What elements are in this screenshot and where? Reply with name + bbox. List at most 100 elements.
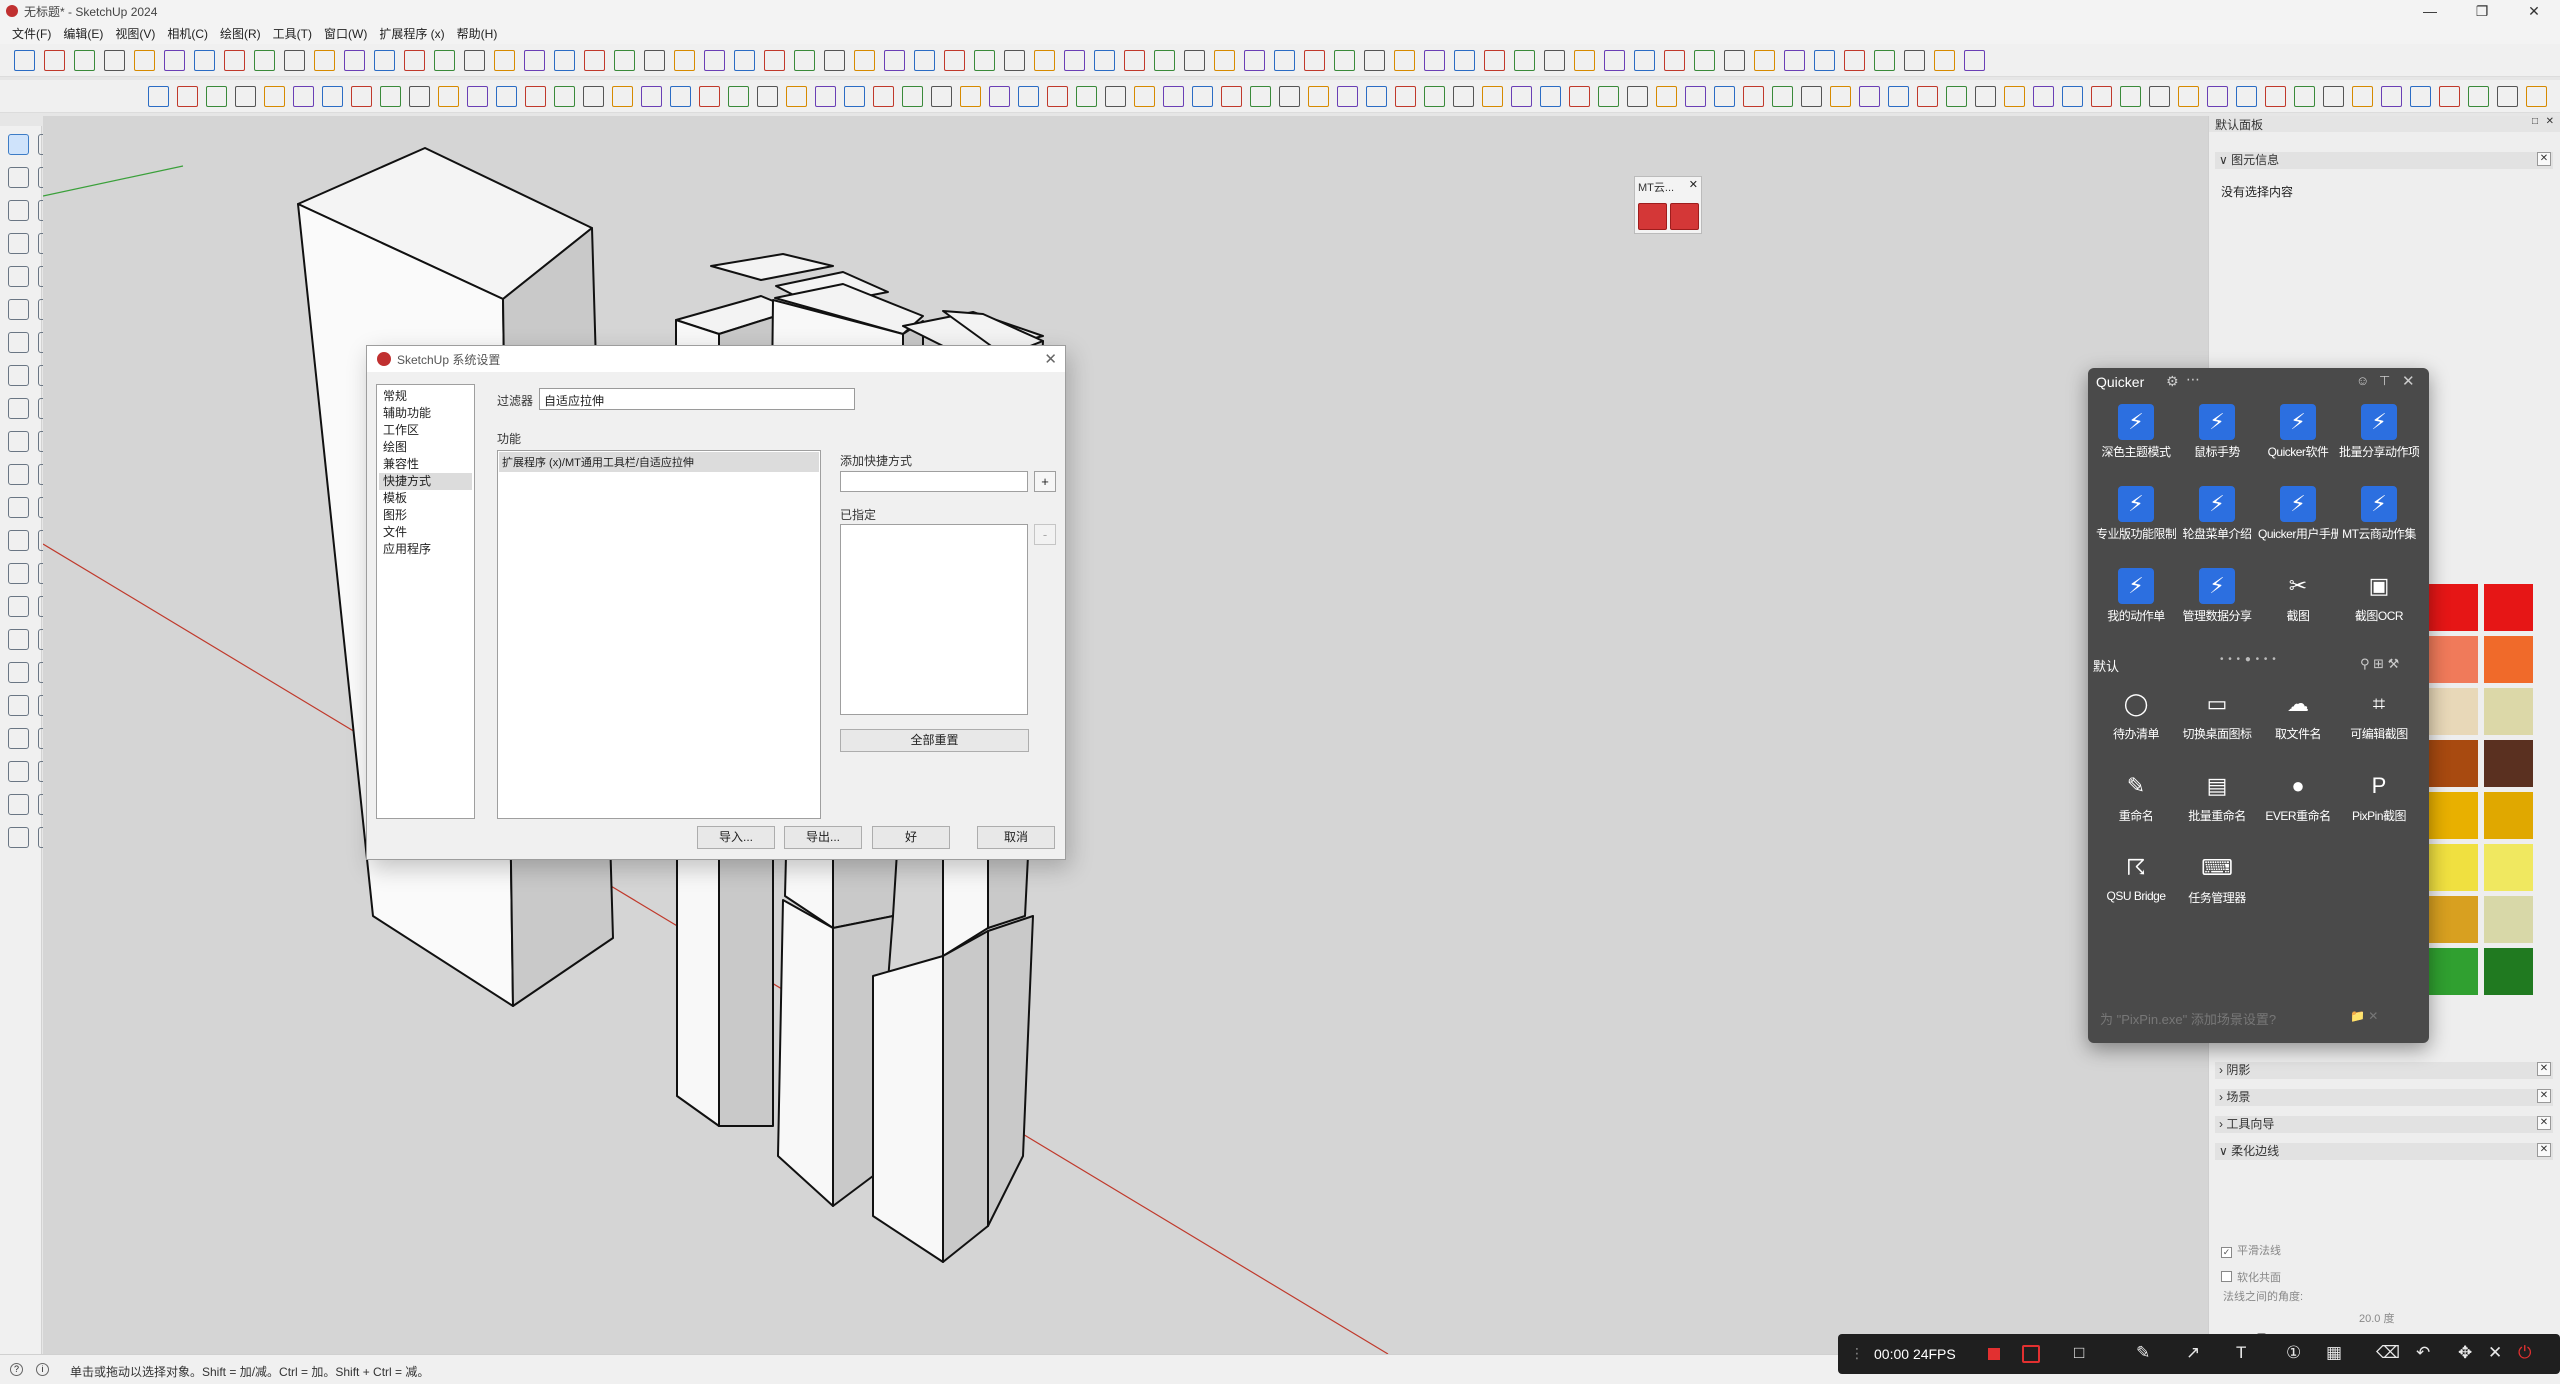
menu-help[interactable]: 帮助(H): [451, 25, 504, 42]
toolbar1-tool-icon-47[interactable]: [1394, 50, 1415, 71]
soften-edges-close-icon[interactable]: ✕: [2537, 1143, 2551, 1157]
toolbar2-tool-icon-31[interactable]: [1018, 86, 1039, 107]
toolbar2-tool-icon-37[interactable]: [1192, 86, 1213, 107]
number-icon[interactable]: ①: [2286, 1343, 2301, 1363]
mt-library-icon[interactable]: [1638, 203, 1667, 230]
entity-info-section[interactable]: ∨ 图元信息 ✕: [2215, 152, 2553, 169]
material-swatch[interactable]: [2429, 844, 2478, 891]
soften-coplanar-box[interactable]: [2221, 1271, 2232, 1282]
toolbar2-tool-icon-2[interactable]: [177, 86, 198, 107]
toolbar1-tool-icon-48[interactable]: [1424, 50, 1445, 71]
toolbar2-tool-icon-50[interactable]: [1569, 86, 1590, 107]
maximize-icon[interactable]: ❐: [2456, 0, 2508, 22]
toolbar1-tool-icon-59[interactable]: [1754, 50, 1775, 71]
quicker-top-action-tile[interactable]: ✂ 截图: [2258, 560, 2338, 630]
material-swatch[interactable]: [2484, 792, 2533, 839]
toolbar2-tool-icon-64[interactable]: [1975, 86, 1996, 107]
toolbar2-tool-icon-10[interactable]: [409, 86, 430, 107]
tool-icon-1[interactable]: [8, 134, 29, 155]
toolbar2-tool-icon-5[interactable]: [264, 86, 285, 107]
menu-camera[interactable]: 相机(C): [161, 25, 214, 42]
tool-icon-27[interactable]: [8, 563, 29, 584]
quicker-bottom-action-tile[interactable]: ⌨ 任务管理器: [2177, 842, 2257, 912]
toolbar1-tool-icon-64[interactable]: [1904, 50, 1925, 71]
toolbar2-tool-icon-67[interactable]: [2062, 86, 2083, 107]
tool-icon-31[interactable]: [8, 629, 29, 650]
toolbar2-tool-icon-78[interactable]: [2381, 86, 2402, 107]
toolbar2-tool-icon-4[interactable]: [235, 86, 256, 107]
toolbar2-tool-icon-80[interactable]: [2439, 86, 2460, 107]
toolbar1-tool-icon-44[interactable]: [1304, 50, 1325, 71]
toolbar2-tool-icon-17[interactable]: [612, 86, 633, 107]
mt-panel-close-icon[interactable]: ✕: [1689, 178, 1698, 191]
category-template[interactable]: 模板: [379, 490, 472, 507]
tool-icon-9[interactable]: [8, 266, 29, 287]
toolbar1-tool-icon-14[interactable]: [404, 50, 425, 71]
toolbar1-tool-icon-21[interactable]: [614, 50, 635, 71]
toolbar2-tool-icon-36[interactable]: [1163, 86, 1184, 107]
toolbar2-tool-icon-73[interactable]: [2236, 86, 2257, 107]
toolbar2-tool-icon-42[interactable]: [1337, 86, 1358, 107]
smooth-normals-checkbox[interactable]: ✓ 平滑法线: [2221, 1242, 2281, 1258]
toolbar1-tool-icon-28[interactable]: [824, 50, 845, 71]
toolbar2-tool-icon-75[interactable]: [2294, 86, 2315, 107]
quicker-bottom-action-tile[interactable]: ▤ 批量重命名: [2177, 760, 2257, 830]
quicker-top-action-tile[interactable]: ⚡ 轮盘菜单介绍: [2177, 478, 2257, 548]
toolbar1-tool-icon-55[interactable]: [1634, 50, 1655, 71]
toolbar2-tool-icon-79[interactable]: [2410, 86, 2431, 107]
quicker-top-action-tile[interactable]: ⚡ MT云商动作集: [2339, 478, 2419, 548]
stop-record-icon[interactable]: [1988, 1348, 2000, 1360]
tool-icon-11[interactable]: [8, 299, 29, 320]
toolbar2-tool-icon-30[interactable]: [989, 86, 1010, 107]
toolbar1-tool-icon-18[interactable]: [524, 50, 545, 71]
toolbar1-tool-icon-39[interactable]: [1154, 50, 1175, 71]
close-icon[interactable]: ✕: [2488, 1343, 2502, 1363]
toolbar2-tool-icon-25[interactable]: [844, 86, 865, 107]
category-general[interactable]: 常规: [379, 388, 472, 405]
toolbar2-tool-icon-55[interactable]: [1714, 86, 1735, 107]
toolbar2-tool-icon-34[interactable]: [1105, 86, 1126, 107]
toolbar2-tool-icon-58[interactable]: [1801, 86, 1822, 107]
filter-input[interactable]: 自适应拉伸: [539, 388, 855, 410]
toolbar2-tool-icon-57[interactable]: [1772, 86, 1793, 107]
toolbar2-tool-icon-23[interactable]: [786, 86, 807, 107]
toolbar2-tool-icon-82[interactable]: [2497, 86, 2518, 107]
toolbar1-tool-icon-52[interactable]: [1544, 50, 1565, 71]
menu-extensions[interactable]: 扩展程序 (x): [373, 25, 450, 42]
mt-home-icon[interactable]: [1670, 203, 1699, 230]
material-swatch[interactable]: [2429, 792, 2478, 839]
category-files[interactable]: 文件: [379, 524, 472, 541]
toolbar2-tool-icon-35[interactable]: [1134, 86, 1155, 107]
toolbar1-tool-icon-23[interactable]: [674, 50, 695, 71]
toolbar1-tool-icon-33[interactable]: [974, 50, 995, 71]
quicker-top-action-tile[interactable]: ⚡ 专业版功能限制: [2096, 478, 2176, 548]
toolbar2-tool-icon-24[interactable]: [815, 86, 836, 107]
text-icon[interactable]: T: [2236, 1343, 2246, 1363]
toolbar1-tool-icon-22[interactable]: [644, 50, 665, 71]
toolbar1-tool-icon-56[interactable]: [1664, 50, 1685, 71]
toolbar1-tool-icon-51[interactable]: [1514, 50, 1535, 71]
toolbar2-tool-icon-16[interactable]: [583, 86, 604, 107]
toolbar1-tool-icon-38[interactable]: [1124, 50, 1145, 71]
toolbar2-tool-icon-81[interactable]: [2468, 86, 2489, 107]
menu-window[interactable]: 窗口(W): [318, 25, 373, 42]
material-swatch[interactable]: [2484, 584, 2533, 631]
toolbar2-tool-icon-54[interactable]: [1685, 86, 1706, 107]
soften-coplanar-checkbox[interactable]: 软化共面: [2221, 1269, 2281, 1285]
quicker-footer-text[interactable]: 为 "PixPin.exe" 添加场景设置?: [2100, 1009, 2276, 1028]
toolbar1-tool-icon-58[interactable]: [1724, 50, 1745, 71]
menu-draw[interactable]: 绘图(R): [214, 25, 267, 42]
toolbar1-tool-icon-32[interactable]: [944, 50, 965, 71]
tool-icon-5[interactable]: [8, 200, 29, 221]
tool-icon-43[interactable]: [8, 827, 29, 848]
toolbar2-tool-icon-7[interactable]: [322, 86, 343, 107]
toolbar2-tool-icon-44[interactable]: [1395, 86, 1416, 107]
toolbar1-tool-icon-9[interactable]: [254, 50, 275, 71]
toolbar1-tool-icon-19[interactable]: [554, 50, 575, 71]
toolbar2-tool-icon-18[interactable]: [641, 86, 662, 107]
toolbar2-tool-icon-83[interactable]: [2526, 86, 2547, 107]
toolbar2-tool-icon-60[interactable]: [1859, 86, 1880, 107]
toolbar2-tool-icon-45[interactable]: [1424, 86, 1445, 107]
toolbar2-tool-icon-9[interactable]: [380, 86, 401, 107]
toolbar2-tool-icon-76[interactable]: [2323, 86, 2344, 107]
